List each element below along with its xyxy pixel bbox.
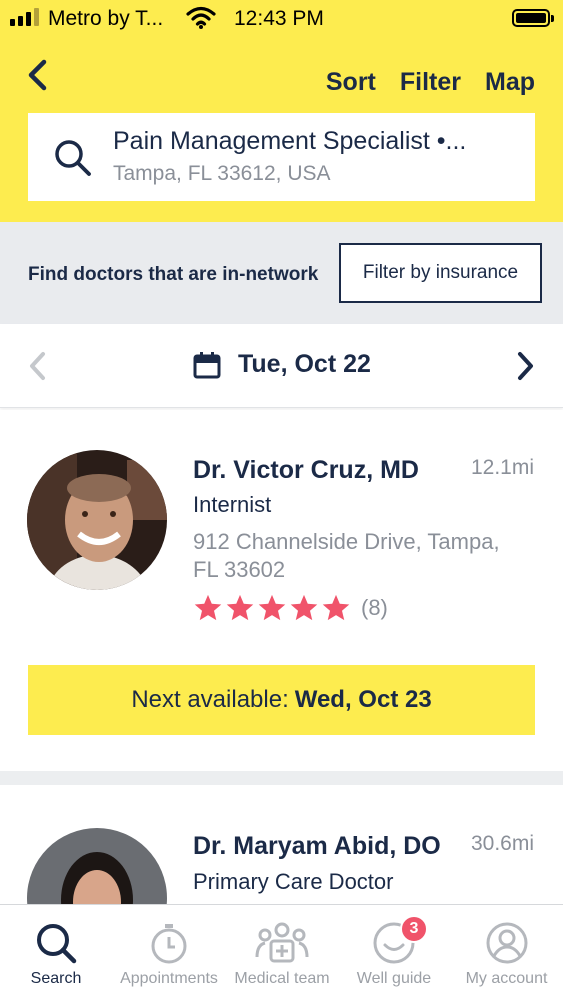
rating-count: (8) [361,595,388,620]
medical-team-icon [254,921,310,970]
tab-label: My account [465,970,548,987]
tab-label: Medical team [234,970,330,987]
clock-time: 12:43 PM [234,7,324,30]
next-available-label: Next available: [131,686,289,713]
next-available-date: Wed, Oct 23 [294,686,432,713]
status-bar: Metro by T... 12:43 PM [0,0,563,38]
tab-my-account[interactable]: My account [450,905,563,1000]
address-line: FL 33602 [193,557,286,582]
star-icon [290,594,318,621]
selected-date: Tue, Oct 22 [238,350,371,378]
search-icon [34,921,78,970]
doctor-distance: 30.6mi [470,832,534,855]
avatar [27,450,167,590]
rating: (8) [193,593,388,623]
battery-icon [512,9,554,27]
search-query: Pain Management Specialist •... [113,127,467,155]
bottom-tab-bar: Search Appointments Medical team 3 Well … [0,904,563,1000]
tab-search[interactable]: Search [0,905,112,1000]
star-icon [322,594,350,621]
next-date-button[interactable] [513,350,537,387]
star-icon [194,594,222,621]
star-icon [226,594,254,621]
tab-medical-team[interactable]: Medical team [226,905,338,1000]
wifi-icon [186,6,216,36]
signal-icon [10,8,39,26]
tab-label: Search [30,970,82,987]
chevron-right-icon [518,352,533,380]
insurance-bar: Find doctors that are in-network Filter … [0,222,563,324]
avatar [27,828,167,904]
filter-button[interactable]: Filter [400,68,461,97]
tab-appointments[interactable]: Appointments [112,905,226,1000]
back-button[interactable] [22,58,54,92]
search-location: Tampa, FL 33612, USA [113,162,331,185]
filter-by-insurance-button[interactable]: Filter by insurance [339,243,542,303]
tab-well-guide[interactable]: 3 Well guide [338,905,450,1000]
doctor-specialty: Internist [193,492,272,517]
doctor-card[interactable]: Dr. Maryam Abid, DO 30.6mi Primary Care … [0,785,563,904]
doctor-specialty: Primary Care Doctor [193,869,394,894]
insurance-prompt: Find doctors that are in-network [28,264,319,285]
chevron-left-icon [28,59,47,91]
doctor-name: Dr. Victor Cruz, MD [193,456,419,484]
tab-label: Appointments [120,970,218,987]
sort-button[interactable]: Sort [326,68,376,97]
calendar-icon [193,351,221,384]
search-icon [54,139,92,182]
star-icon [258,594,286,621]
card-divider [0,771,563,785]
header-actions: Sort Filter Map [326,68,535,97]
next-available-button[interactable]: Next available: Wed, Oct 23 [28,665,535,735]
stopwatch-icon [147,921,191,970]
carrier-name: Metro by T... [48,7,164,30]
doctor-name: Dr. Maryam Abid, DO [193,832,441,860]
notification-badge: 3 [400,915,428,943]
date-navigator: Tue, Oct 22 [0,324,563,408]
map-button[interactable]: Map [485,68,535,97]
user-icon [485,921,529,970]
doctor-distance: 12.1mi [470,456,534,479]
doctor-card[interactable]: Dr. Victor Cruz, MD 12.1mi Internist 912… [0,410,563,771]
doctor-address: 912 Channelside Drive, Tampa, FL 33602 [193,528,533,584]
tab-label: Well guide [356,970,432,987]
chevron-left-icon [30,352,45,380]
previous-date-button[interactable] [26,350,50,387]
address-line: 912 Channelside Drive, Tampa, [193,529,500,554]
header: Sort Filter Map Pain Management Speciali… [0,38,563,222]
search-input[interactable]: Pain Management Specialist •... Tampa, F… [28,113,535,201]
